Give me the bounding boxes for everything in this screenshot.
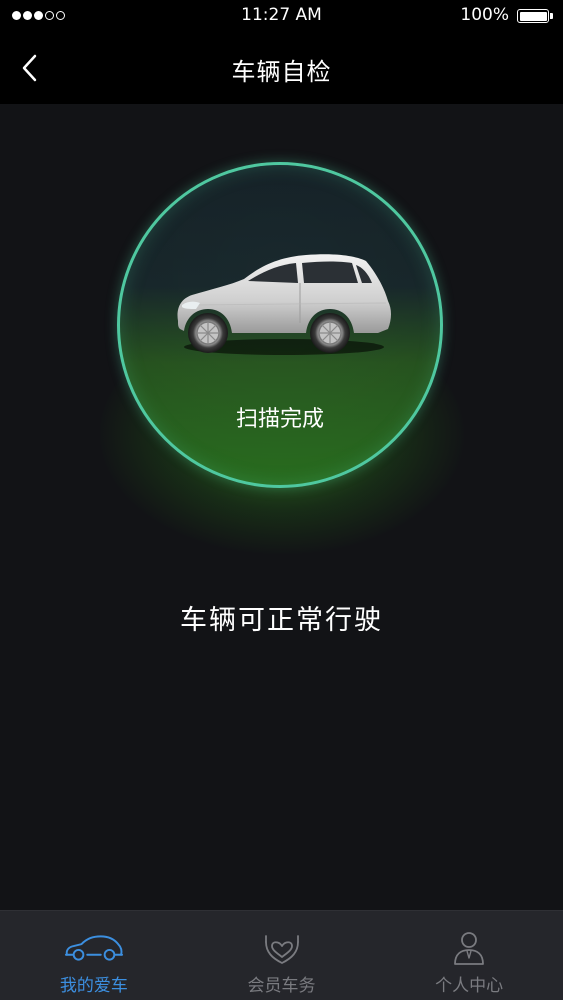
person-icon <box>439 929 499 967</box>
tab-label: 会员车务 <box>247 976 316 996</box>
scan-status-text: 扫描完成 <box>235 407 324 432</box>
battery-cap <box>550 13 553 19</box>
tab-my-car[interactable]: 我的爱车 <box>0 911 188 1000</box>
tab-bar: 我的爱车 会员车务 个人中心 <box>0 910 563 1000</box>
tab-label: 我的爱车 <box>59 976 128 996</box>
scan-result-text: 车辆可正常行驶 <box>180 605 383 636</box>
battery-percent: 100% <box>460 5 509 25</box>
battery-level <box>519 11 547 21</box>
battery-icon <box>517 9 553 23</box>
screen: 11:27 AM 100% 车辆自检 扫描完成 车辆可正常行驶 我的爱车 会员车… <box>0 0 563 1000</box>
scan-ring: 扫描完成 <box>117 162 443 488</box>
tab-label: 个人中心 <box>435 976 504 996</box>
nav-bar: 车辆自检 <box>0 32 563 104</box>
status-bar: 11:27 AM 100% <box>0 0 563 32</box>
car-icon <box>64 929 124 967</box>
tab-member-services[interactable]: 会员车务 <box>188 911 376 1000</box>
main-content: 扫描完成 车辆可正常行驶 <box>0 104 563 910</box>
heart-hands-icon <box>252 929 312 967</box>
page-title: 车辆自检 <box>231 58 332 86</box>
car-image <box>177 254 391 355</box>
tab-personal-center[interactable]: 个人中心 <box>375 911 563 1000</box>
